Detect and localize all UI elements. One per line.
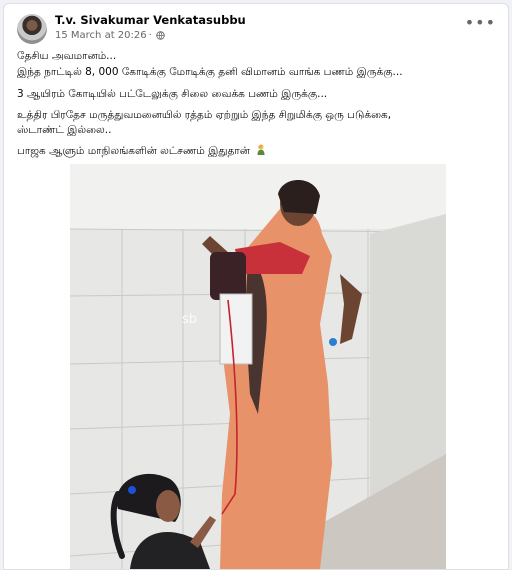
- post-text-line-1: தேசிய அவமானம்...: [17, 50, 117, 62]
- author-avatar[interactable]: [17, 14, 47, 44]
- post-card: T.v. Sivakumar Venkatasubbu 15 March at …: [3, 3, 509, 570]
- post-text-line-5: ஸ்டாண்ட் இல்லை..: [17, 124, 112, 136]
- globe-icon: [156, 31, 165, 40]
- photo-scene: [70, 164, 446, 569]
- post-photo[interactable]: sb: [70, 164, 446, 569]
- photo-watermark: sb: [182, 312, 198, 327]
- post-text-line-4: உத்திர பிரதேச மருத்துவமனையில் ரத்தம் ஏற்…: [17, 109, 392, 121]
- post-text-line-6: பாஜக ஆளும் மாநிலங்களின் லட்சணம் இதுதான்: [17, 144, 266, 158]
- post-meta: 15 March at 20:26 ·: [55, 30, 165, 41]
- post-text-line-3: 3 ஆயிரம் கோடியில் பட்டேலுக்கு சிலை வைக்க…: [17, 88, 328, 100]
- post-text-line-2: இந்த நாட்டில் 8, 000 கோடிக்கு மோடிக்கு த…: [17, 66, 403, 78]
- author-name[interactable]: T.v. Sivakumar Venkatasubbu: [55, 13, 246, 27]
- meta-separator: ·: [148, 30, 152, 41]
- post-timestamp[interactable]: 15 March at 20:26: [55, 30, 147, 41]
- more-options-icon[interactable]: •••: [465, 15, 496, 31]
- person-facepalming-emoji: [257, 144, 265, 155]
- post-text-line-6-text: பாஜக ஆளும் மாநிலங்களின் லட்சணம் இதுதான்: [17, 145, 250, 157]
